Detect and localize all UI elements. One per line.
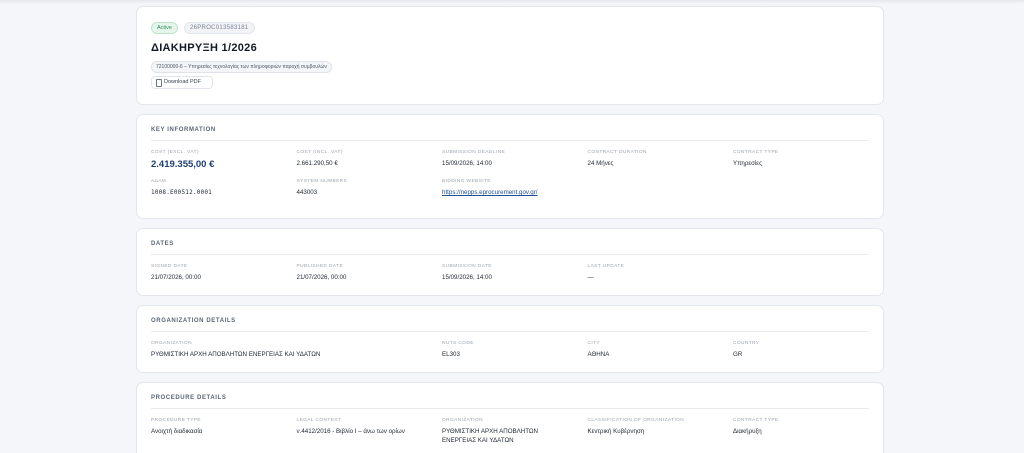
bidding-website-link[interactable]: https://nepps.eprocurement.gov.gr/ (442, 188, 588, 197)
field-value: 443003 (296, 189, 318, 196)
field-value: Ανοιχτή διαδικασία (151, 428, 203, 435)
field-label: COST (INCL. VAT) (296, 150, 343, 155)
field-label: SUBMISSION DEADLINE (442, 150, 506, 155)
field-label: NUTS CODE (442, 341, 474, 346)
tender-header-card: Active 26PROC013583181 ΔΙΑΚΗΡΥΞΗ 1/2026 … (136, 6, 884, 105)
field-label: CONTRACT TYPE (733, 150, 779, 155)
field-value: 2.661.290,50 € (296, 160, 338, 167)
document-icon (156, 79, 162, 87)
field-label: ORGANIZATION (151, 341, 192, 346)
field-label: CITY (587, 341, 601, 346)
reference-badge: 26PROC013583181 (183, 21, 255, 34)
field-label: SIGNED DATE (151, 264, 188, 269)
field-system-numbers: SYSTEM NUMBERS 443003 (297, 170, 443, 197)
field-value: 15/09/2026, 14:00 (442, 274, 492, 281)
field-value: 24 Μήνες (587, 160, 614, 167)
field-label: SUBMISSION DATE (442, 264, 492, 269)
field-value: Διακήρυξη (733, 428, 762, 435)
organization-details-card: ORGANIZATION DETAILS ORGANIZATION ΡΥΘΜΙΣ… (136, 305, 884, 373)
field-city: CITY ΑΘΗΝΑ (588, 332, 734, 359)
field-label: ΑΔΑΜ (151, 179, 167, 184)
field-value: GR (733, 351, 743, 358)
field-legal-context: LEGAL CONTEXT ν.4412/2016 - Βιβλίο I – ά… (297, 409, 443, 445)
field-value: ΡΥΘΜΙΣΤΙΚΗ ΑΡΧΗ ΑΠΟΒΛΗΤΩΝ ΕΝΕΡΓΕΙΑΣ ΚΑΙ … (442, 428, 539, 444)
field-last-update: LAST UPDATE — (588, 255, 734, 282)
field-label: LEGAL CONTEXT (296, 418, 342, 423)
field-submission-deadline: SUBMISSION DEADLINE 15/09/2026, 14:00 (442, 141, 588, 170)
field-classification: CLASSIFICATION OF ORGANIZATION Κεντρική … (588, 409, 734, 445)
field-procedure-organization: ORGANIZATION ΡΥΘΜΙΣΤΙΚΗ ΑΡΧΗ ΑΠΟΒΛΗΤΩΝ Ε… (442, 409, 588, 445)
field-label: LAST UPDATE (587, 264, 625, 269)
field-value: 1008.Ε00512.0001 (151, 189, 212, 196)
organization-grid: ORGANIZATION ΡΥΘΜΙΣΤΙΚΗ ΑΡΧΗ ΑΠΟΒΛΗΤΩΝ Ε… (137, 332, 883, 359)
dates-grid: SIGNED DATE 21/07/2026, 00:00 PUBLISHED … (137, 255, 883, 282)
field-label: COST (EXCL. VAT) (151, 150, 199, 155)
cpv-chip[interactable]: 72100000-6 – Υπηρεσίες τεχνολογίας των π… (151, 61, 332, 73)
field-label: SYSTEM NUMBERS (296, 179, 348, 184)
section-title-dates: DATES (151, 241, 174, 247)
download-pdf-label: Download PDF (164, 79, 201, 85)
field-signed-date: SIGNED DATE 21/07/2026, 00:00 (151, 255, 297, 282)
tender-detail-content: Active 26PROC013583181 ΔΙΑΚΗΡΥΞΗ 1/2026 … (136, 6, 884, 453)
field-published-date: PUBLISHED DATE 21/07/2026, 00:00 (297, 255, 443, 282)
field-label: BIDDING WEBSITE (442, 179, 491, 184)
top-bar (0, 0, 1024, 4)
field-value: 21/07/2026, 00:00 (296, 274, 347, 281)
field-nuts-code: NUTS CODE EL303 (442, 332, 588, 359)
dates-card: DATES SIGNED DATE 21/07/2026, 00:00 PUBL… (136, 228, 884, 296)
page-title: ΔΙΑΚΗΡΥΞΗ 1/2026 (151, 42, 257, 54)
badge-row: Active 26PROC013583181 (151, 21, 869, 34)
field-value: EL303 (442, 351, 460, 358)
field-label: PROCEDURE TYPE (151, 418, 202, 423)
field-organization: ORGANIZATION ΡΥΘΜΙΣΤΙΚΗ ΑΡΧΗ ΑΠΟΒΛΗΤΩΝ Ε… (151, 332, 442, 359)
field-value: 21/07/2026, 00:00 (151, 274, 201, 281)
field-value: 2.419.355,00 € (151, 159, 215, 170)
key-information-card: KEY INFORMATION COST (EXCL. VAT) 2.419.3… (136, 114, 884, 219)
field-value: ν.4412/2016 - Βιβλίο I – άνω των ορίων (296, 428, 405, 435)
status-badge: Active (151, 21, 178, 34)
section-title-organization: ORGANIZATION DETAILS (151, 318, 236, 324)
procedure-details-card: PROCEDURE DETAILS PROCEDURE TYPE Ανοιχτή… (136, 382, 884, 453)
procedure-grid: PROCEDURE TYPE Ανοιχτή διαδικασία LEGAL … (137, 409, 883, 445)
field-cost-excl-vat: COST (EXCL. VAT) 2.419.355,00 € (151, 141, 297, 170)
field-contract-duration: CONTRACT DURATION 24 Μήνες (588, 141, 734, 170)
field-value: Υπηρεσίες (733, 160, 763, 167)
field-procedure-contract-type: CONTRACT TYPE Διακήρυξη (733, 409, 879, 445)
field-label: ORGANIZATION (442, 418, 483, 423)
field-contract-type: CONTRACT TYPE Υπηρεσίες (733, 141, 879, 170)
key-information-grid: COST (EXCL. VAT) 2.419.355,00 € COST (IN… (137, 141, 883, 197)
section-title-key-information: KEY INFORMATION (151, 127, 216, 133)
field-adam: ΑΔΑΜ 1008.Ε00512.0001 (151, 170, 297, 197)
field-value: ΑΘΗΝΑ (587, 351, 610, 358)
section-title-procedure: PROCEDURE DETAILS (151, 395, 227, 401)
field-value: Κεντρική Κυβέρνηση (587, 428, 645, 435)
field-value: ΡΥΘΜΙΣΤΙΚΗ ΑΡΧΗ ΑΠΟΒΛΗΤΩΝ ΕΝΕΡΓΕΙΑΣ ΚΑΙ … (151, 351, 321, 358)
field-procedure-type: PROCEDURE TYPE Ανοιχτή διαδικασία (151, 409, 297, 445)
download-pdf-button[interactable]: Download PDF (151, 76, 213, 89)
field-submission-date: SUBMISSION DATE 15/09/2026, 14:00 (442, 255, 588, 282)
field-value: — (587, 274, 594, 281)
field-label: PUBLISHED DATE (296, 264, 344, 269)
field-label: COUNTRY (733, 341, 760, 346)
field-bidding-website: BIDDING WEBSITE https://nepps.eprocureme… (442, 170, 588, 197)
field-label: CONTRACT DURATION (587, 150, 647, 155)
field-value: 15/09/2026, 14:00 (442, 160, 492, 167)
field-country: COUNTRY GR (733, 332, 879, 359)
field-label: CONTRACT TYPE (733, 418, 779, 423)
field-cost-incl-vat: COST (INCL. VAT) 2.661.290,50 € (297, 141, 443, 170)
field-label: CLASSIFICATION OF ORGANIZATION (587, 418, 685, 423)
